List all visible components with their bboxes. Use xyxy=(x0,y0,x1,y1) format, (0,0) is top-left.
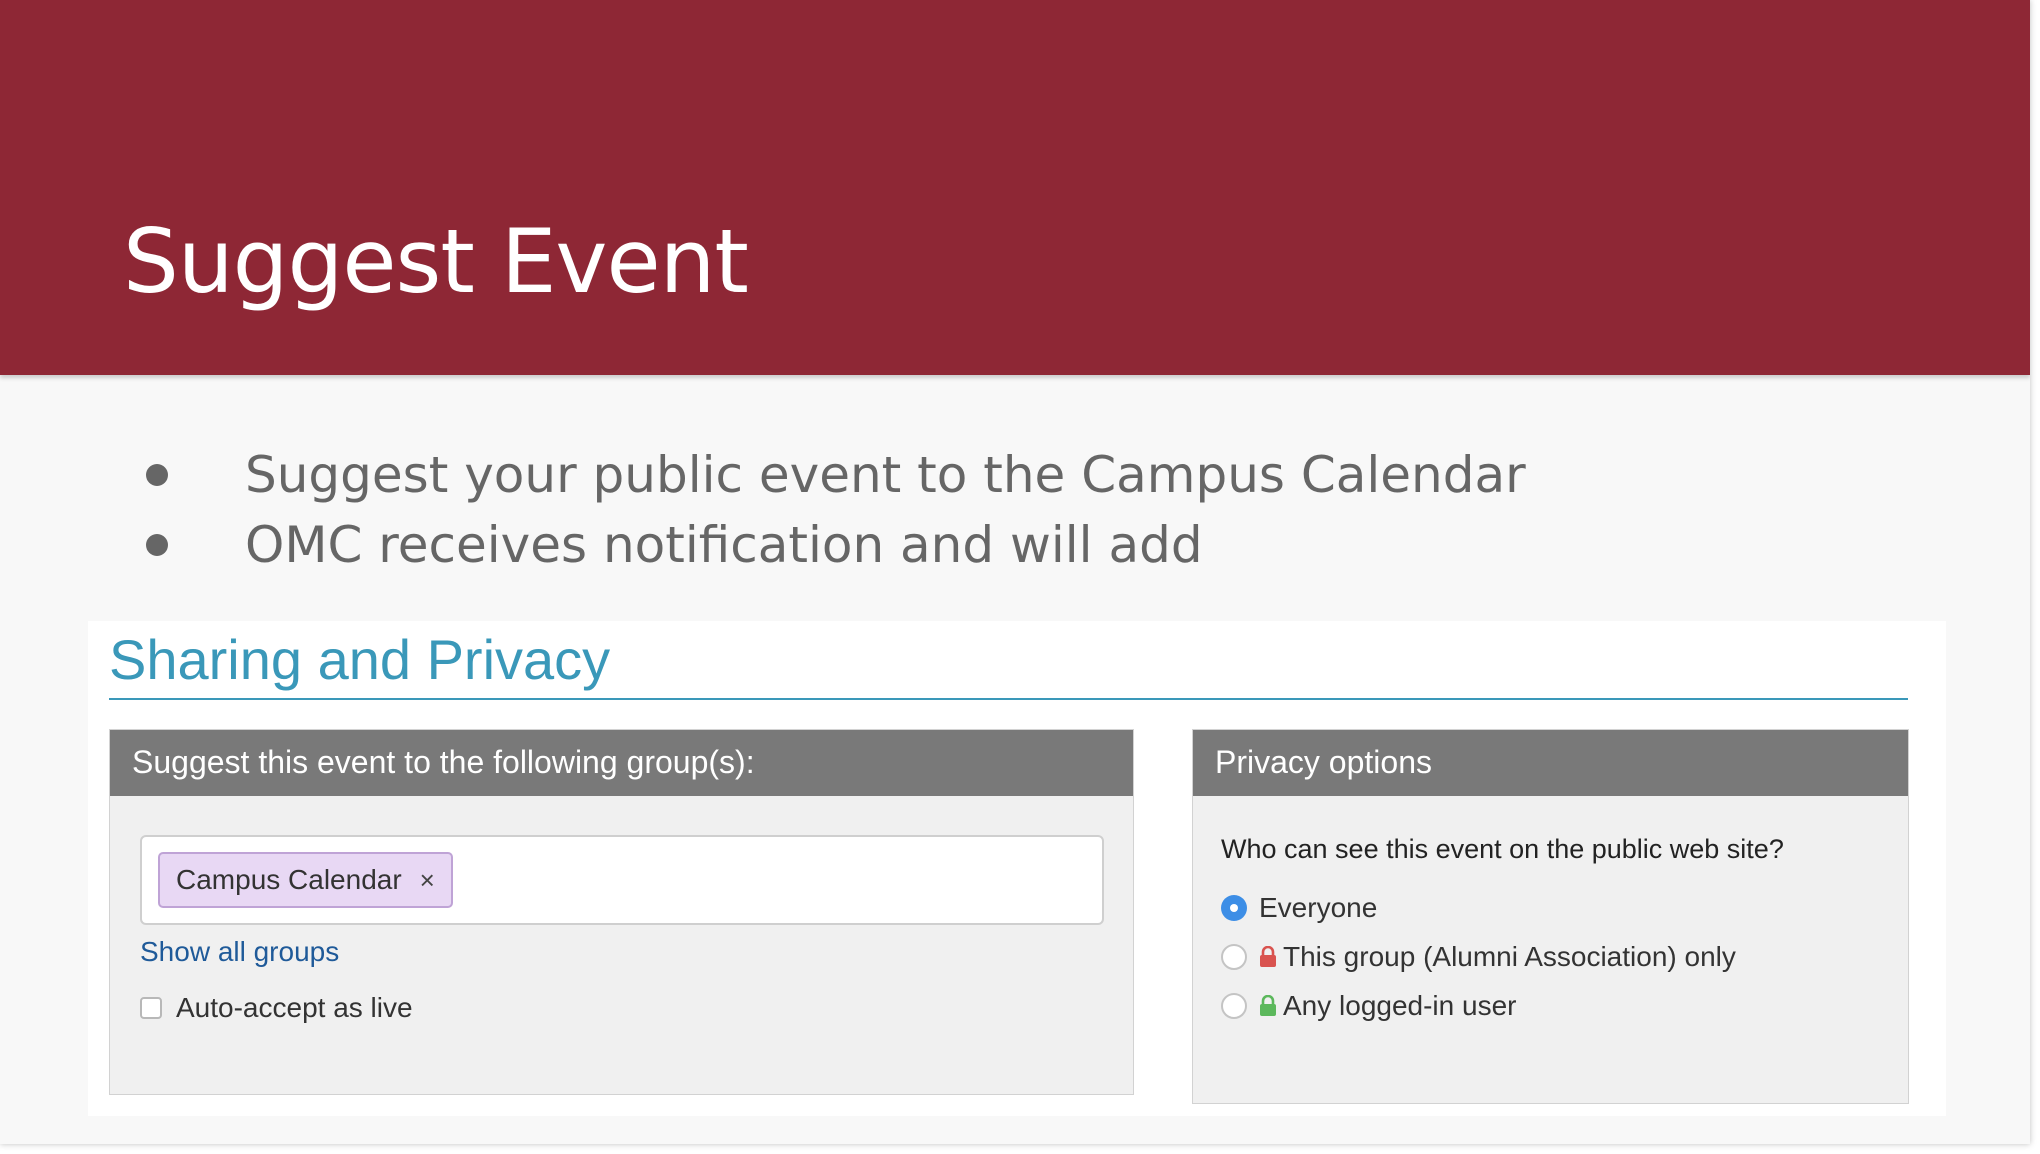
slide-title: Suggest Event xyxy=(123,210,749,313)
group-tag: Campus Calendar × xyxy=(158,852,453,908)
bullet-dot-icon xyxy=(146,464,168,486)
show-all-groups-link[interactable]: Show all groups xyxy=(140,936,339,968)
privacy-panel-heading: Privacy options xyxy=(1193,730,1908,796)
bullet-item: Suggest your public event to the Campus … xyxy=(140,440,1526,510)
slide: Suggest Event Suggest your public event … xyxy=(0,0,2030,1144)
groups-panel: Suggest this event to the following grou… xyxy=(109,729,1134,1095)
section-title: Sharing and Privacy xyxy=(109,628,611,691)
privacy-question: Who can see this event on the public web… xyxy=(1221,834,1784,864)
privacy-option-group-only[interactable]: This group (Alumni Association) only xyxy=(1221,941,1736,973)
auto-accept-option[interactable]: Auto-accept as live xyxy=(140,992,413,1024)
privacy-panel: Privacy options Who can see this event o… xyxy=(1192,729,1909,1104)
privacy-option-everyone[interactable]: Everyone xyxy=(1221,892,1377,924)
groups-tag-input[interactable]: Campus Calendar × xyxy=(140,835,1104,925)
sharing-privacy-screenshot: Sharing and Privacy Suggest this event t… xyxy=(88,621,1946,1116)
radio-everyone[interactable] xyxy=(1221,895,1247,921)
header-band: Suggest Event xyxy=(0,0,2030,375)
privacy-option-logged-in[interactable]: Any logged-in user xyxy=(1221,990,1516,1022)
privacy-option-label: This group (Alumni Association) only xyxy=(1283,941,1736,972)
red-lock-icon xyxy=(1260,946,1276,967)
section-divider xyxy=(109,698,1908,700)
privacy-option-label: Any logged-in user xyxy=(1283,990,1517,1021)
bullet-text: OMC receives notification and will add xyxy=(245,516,1203,574)
auto-accept-label: Auto-accept as live xyxy=(176,992,413,1023)
green-lock-icon xyxy=(1260,995,1276,1016)
remove-tag-icon[interactable]: × xyxy=(420,865,435,896)
groups-panel-heading: Suggest this event to the following grou… xyxy=(110,730,1133,796)
group-tag-label: Campus Calendar xyxy=(176,864,402,895)
bullet-text: Suggest your public event to the Campus … xyxy=(245,446,1526,504)
privacy-option-label: Everyone xyxy=(1259,892,1378,923)
bullet-dot-icon xyxy=(146,534,168,556)
auto-accept-checkbox[interactable] xyxy=(140,997,162,1019)
radio-group-only[interactable] xyxy=(1221,944,1247,970)
radio-logged-in[interactable] xyxy=(1221,993,1247,1019)
bullet-item: OMC receives notification and will add xyxy=(140,510,1526,580)
bullet-list: Suggest your public event to the Campus … xyxy=(140,440,1526,580)
